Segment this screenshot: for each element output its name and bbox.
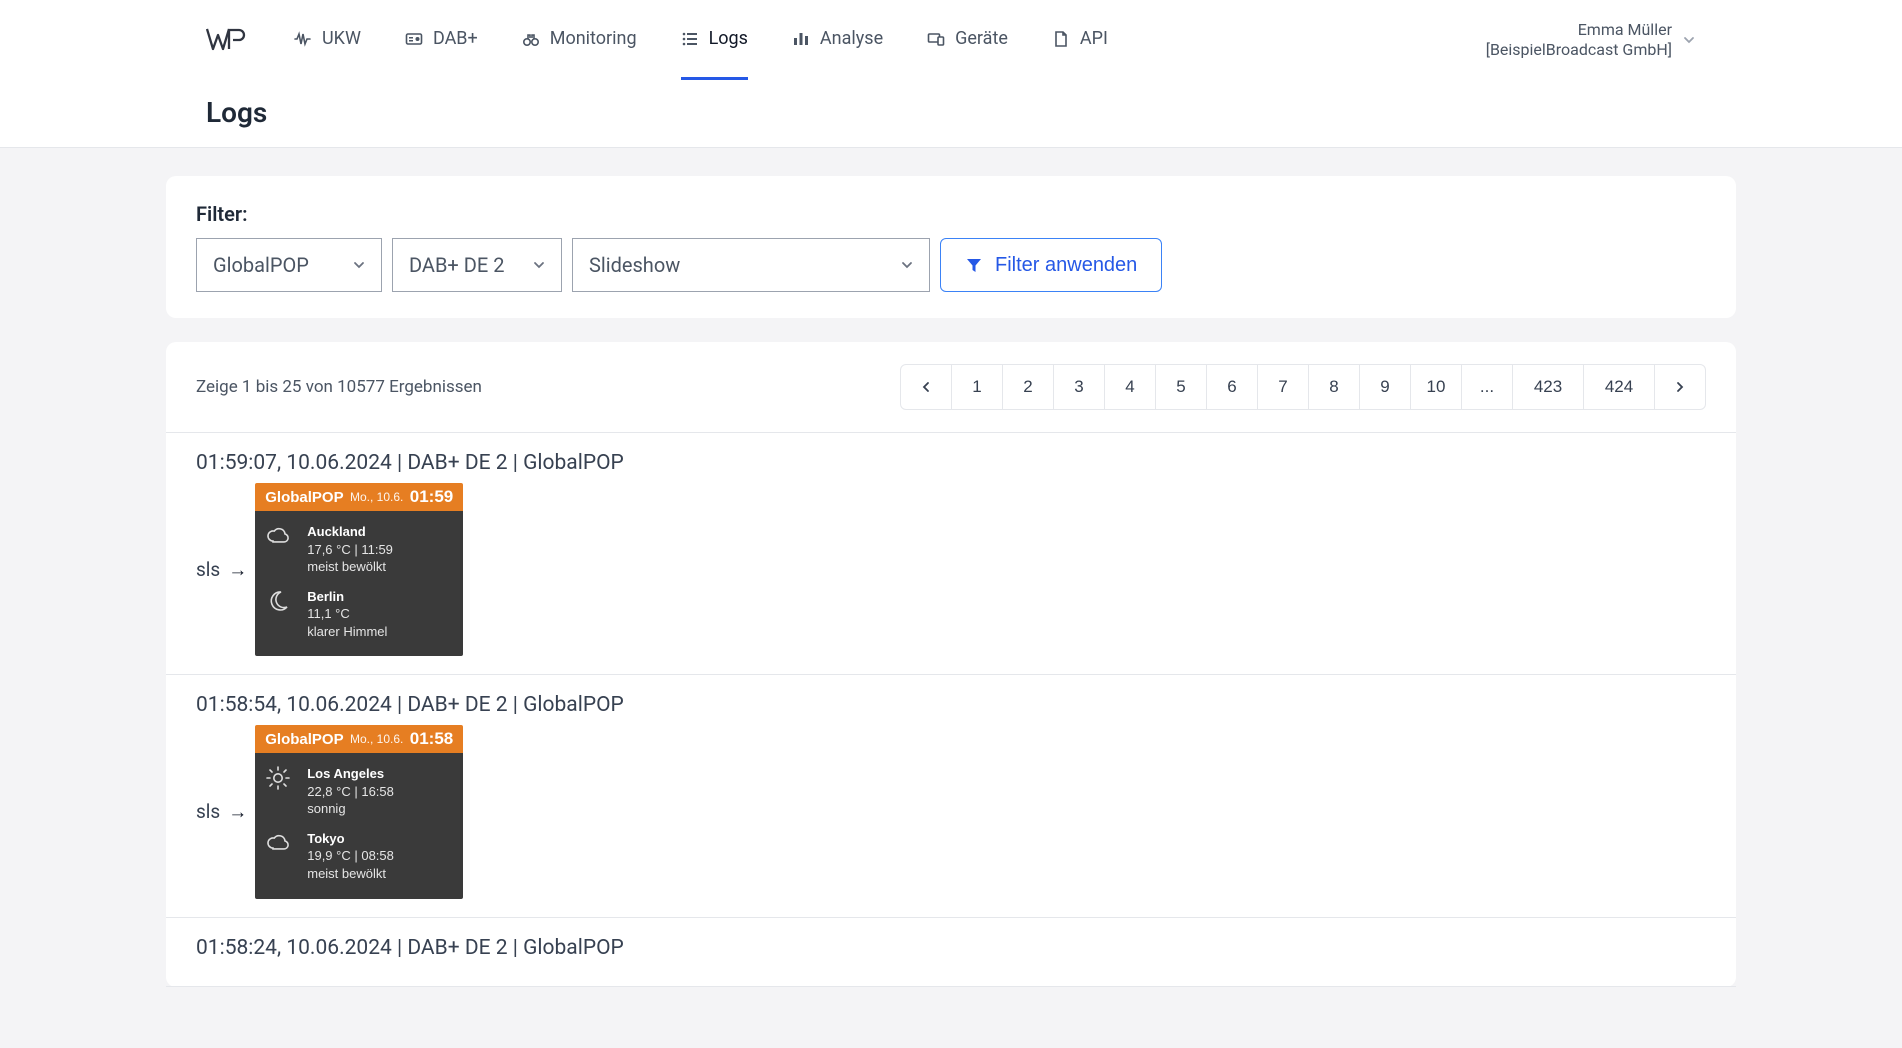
page-number[interactable]: 1 <box>951 364 1003 410</box>
select-value: GlobalPOP <box>213 253 309 277</box>
weather-icon <box>265 523 293 549</box>
page-next-button[interactable] <box>1654 364 1706 410</box>
page-number[interactable]: 424 <box>1583 364 1655 410</box>
page-number[interactable]: 4 <box>1104 364 1156 410</box>
log-entry: 01:58:54, 10.06.2024 | DAB+ DE 2 | Globa… <box>166 675 1736 917</box>
arrow-right-icon: → <box>228 558 247 582</box>
select-value: DAB+ DE 2 <box>409 253 504 277</box>
bars-icon <box>792 30 810 48</box>
chevron-down-icon <box>351 257 367 273</box>
page-number[interactable]: 7 <box>1257 364 1309 410</box>
entry-title: 01:58:54, 10.06.2024 | DAB+ DE 2 | Globa… <box>196 693 1706 717</box>
select-value: Slideshow <box>589 253 680 277</box>
main-nav: UKW DAB+ Monitoring Logs Analyse Geräte <box>294 0 1108 80</box>
radio-icon <box>405 30 423 48</box>
pagination: 1 2 3 4 5 6 7 8 9 10 ... 423 424 <box>901 364 1706 410</box>
user-org: [BeispielBroadcast GmbH] <box>1486 40 1672 60</box>
filter-type-select[interactable]: Slideshow <box>572 238 930 292</box>
nav-label: UKW <box>322 28 361 49</box>
file-icon <box>1052 30 1070 48</box>
slideshow-preview: GlobalPOPMo., 10.6.01:58Los Angeles22,8 … <box>255 725 463 898</box>
logo <box>206 27 250 53</box>
sls-label: sls <box>196 558 220 581</box>
devices-icon <box>927 30 945 48</box>
weather-icon <box>265 830 293 856</box>
slideshow-preview: GlobalPOPMo., 10.6.01:59Auckland17,6 °C … <box>255 483 463 656</box>
arrow-right-icon: → <box>228 800 247 824</box>
nav-label: Analyse <box>820 28 883 49</box>
weather-icon <box>265 765 293 791</box>
filter-card: Filter: GlobalPOP DAB+ DE 2 Slideshow Fi… <box>166 176 1736 318</box>
chevron-down-icon <box>899 257 915 273</box>
filter-label: Filter: <box>196 202 1706 226</box>
nav-label: DAB+ <box>433 28 478 49</box>
page-number[interactable]: 5 <box>1155 364 1207 410</box>
wave-icon <box>294 30 312 48</box>
nav-dab[interactable]: DAB+ <box>405 0 478 80</box>
page-number[interactable]: 8 <box>1308 364 1360 410</box>
log-entry: 01:58:24, 10.06.2024 | DAB+ DE 2 | Globa… <box>166 918 1736 987</box>
page-number[interactable]: 2 <box>1002 364 1054 410</box>
list-icon <box>681 30 699 48</box>
results-card: Zeige 1 bis 25 von 10577 Ergebnissen 1 2… <box>166 342 1736 987</box>
nav-monitoring[interactable]: Monitoring <box>522 0 637 80</box>
nav-label: Geräte <box>955 28 1008 49</box>
page-ellipsis[interactable]: ... <box>1461 364 1513 410</box>
main-content: Filter: GlobalPOP DAB+ DE 2 Slideshow Fi… <box>0 148 1902 1048</box>
nav-ukw[interactable]: UKW <box>294 0 361 80</box>
nav-api[interactable]: API <box>1052 0 1108 80</box>
page-number[interactable]: 3 <box>1053 364 1105 410</box>
log-entry: 01:59:07, 10.06.2024 | DAB+ DE 2 | Globa… <box>166 433 1736 675</box>
filter-mux-select[interactable]: DAB+ DE 2 <box>392 238 562 292</box>
filter-icon <box>965 256 983 274</box>
top-bar: UKW DAB+ Monitoring Logs Analyse Geräte <box>0 0 1902 148</box>
page-number[interactable]: 9 <box>1359 364 1411 410</box>
entry-title: 01:58:24, 10.06.2024 | DAB+ DE 2 | Globa… <box>196 936 1706 960</box>
page-number[interactable]: 10 <box>1410 364 1462 410</box>
nav-label: Logs <box>709 28 748 49</box>
nav-analyse[interactable]: Analyse <box>792 0 883 80</box>
nav-label: API <box>1080 28 1108 49</box>
page-prev-button[interactable] <box>900 364 952 410</box>
nav-label: Monitoring <box>550 28 637 49</box>
logo-icon <box>206 27 250 53</box>
filter-station-select[interactable]: GlobalPOP <box>196 238 382 292</box>
entry-title: 01:59:07, 10.06.2024 | DAB+ DE 2 | Globa… <box>196 451 1706 475</box>
binoculars-icon <box>522 30 540 48</box>
button-label: Filter anwenden <box>995 254 1137 277</box>
entry-body: sls → GlobalPOPMo., 10.6.01:59Auckland17,6… <box>196 483 1706 656</box>
nav-geraete[interactable]: Geräte <box>927 0 1008 80</box>
chevron-down-icon <box>1682 33 1696 47</box>
chevron-down-icon <box>531 257 547 273</box>
user-name: Emma Müller <box>1486 20 1672 40</box>
page-number[interactable]: 6 <box>1206 364 1258 410</box>
page-number[interactable]: 423 <box>1512 364 1584 410</box>
apply-filter-button[interactable]: Filter anwenden <box>940 238 1162 292</box>
entry-body: sls → GlobalPOPMo., 10.6.01:58Los Angeles2… <box>196 725 1706 898</box>
sls-label: sls <box>196 800 220 823</box>
log-entries: 01:59:07, 10.06.2024 | DAB+ DE 2 | Globa… <box>166 432 1736 987</box>
nav-logs[interactable]: Logs <box>681 0 748 80</box>
weather-icon <box>265 588 293 614</box>
results-summary: Zeige 1 bis 25 von 10577 Ergebnissen <box>196 377 482 397</box>
user-menu[interactable]: Emma Müller [BeispielBroadcast GmbH] <box>1486 20 1696 60</box>
page-title: Logs <box>206 96 1696 129</box>
